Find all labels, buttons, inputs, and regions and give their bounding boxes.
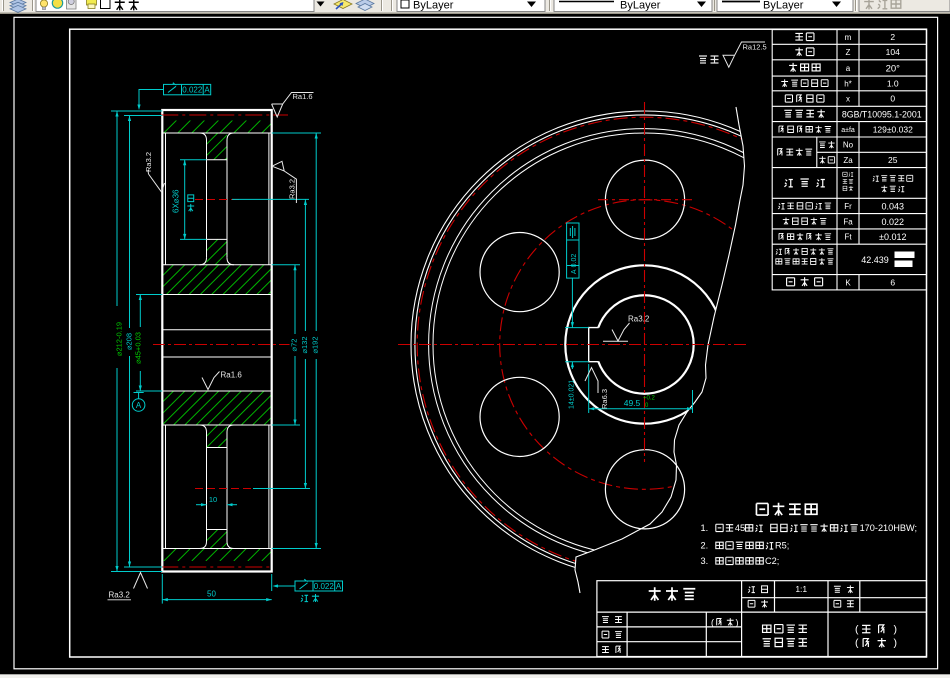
svg-text:): ) <box>736 618 739 628</box>
svg-text:50: 50 <box>207 590 216 599</box>
svg-text:⌀132: ⌀132 <box>300 336 309 353</box>
svg-text:14±0.021: 14±0.021 <box>569 380 576 409</box>
svg-text:h*: h* <box>844 79 852 88</box>
svg-text:m: m <box>845 33 852 42</box>
svg-text:A: A <box>136 401 142 410</box>
svg-text:Ra3.2: Ra3.2 <box>628 315 650 324</box>
svg-text:K: K <box>845 278 851 287</box>
svg-text:±0.012: ±0.012 <box>879 232 906 242</box>
svg-text:Ra12.5: Ra12.5 <box>743 43 767 52</box>
svg-text:x: x <box>846 95 850 104</box>
svg-text:0: 0 <box>890 94 895 104</box>
svg-text:Ft: Ft <box>844 233 852 242</box>
svg-text:20°: 20° <box>886 63 901 74</box>
svg-text:2.: 2. <box>701 541 709 551</box>
svg-text:A: A <box>204 86 210 95</box>
svg-text:a: a <box>846 64 851 73</box>
svg-text:6X⌀36: 6X⌀36 <box>172 189 181 213</box>
svg-text:Ra1.6: Ra1.6 <box>221 371 243 380</box>
svg-text:Ra1.6: Ra1.6 <box>293 92 313 101</box>
svg-text:129±0.032: 129±0.032 <box>873 124 913 134</box>
svg-text:25: 25 <box>888 155 898 165</box>
svg-text:0.022: 0.022 <box>182 86 203 95</box>
svg-text:8GB/T10095.1-2001: 8GB/T10095.1-2001 <box>842 109 922 119</box>
svg-text:a±fa: a±fa <box>841 127 855 134</box>
svg-text:Z: Z <box>846 48 851 57</box>
svg-text:A: A <box>336 582 342 591</box>
svg-text:0.043: 0.043 <box>881 201 904 211</box>
svg-text:No: No <box>843 141 854 150</box>
svg-text:1.0: 1.0 <box>887 78 899 88</box>
svg-text:Ra3.2: Ra3.2 <box>287 179 296 199</box>
svg-text:(: ( <box>855 637 859 649</box>
svg-text:): ) <box>894 637 898 649</box>
svg-text:+0.2: +0.2 <box>643 396 656 402</box>
svg-text:Za: Za <box>843 156 853 165</box>
svg-text:C2;: C2; <box>765 556 779 566</box>
svg-text:3.: 3. <box>701 556 709 566</box>
svg-text:Fr: Fr <box>844 202 852 211</box>
svg-text:1.: 1. <box>701 523 709 533</box>
svg-text:⌀72: ⌀72 <box>290 339 299 352</box>
svg-text:1:1: 1:1 <box>795 584 807 594</box>
svg-text:⌀208: ⌀208 <box>125 333 134 350</box>
svg-text:6: 6 <box>890 277 895 287</box>
svg-text:⌀192: ⌀192 <box>311 336 320 353</box>
svg-text:R5;: R5; <box>775 541 789 551</box>
svg-text:⌀45+0.03: ⌀45+0.03 <box>134 332 143 364</box>
svg-text:): ) <box>894 623 898 635</box>
svg-text:(: ( <box>855 623 859 635</box>
svg-text:Ra3.2: Ra3.2 <box>144 152 153 172</box>
svg-text:0.022: 0.022 <box>881 217 904 227</box>
svg-text:104: 104 <box>886 47 900 57</box>
svg-text:49.5: 49.5 <box>624 398 641 408</box>
svg-text:⌀212-0.19: ⌀212-0.19 <box>115 322 124 356</box>
svg-text:ByLayer: ByLayer <box>763 0 804 12</box>
svg-text:ByLayer: ByLayer <box>413 0 454 12</box>
svg-text:42.439: 42.439 <box>861 255 889 265</box>
svg-text:170-210HBW;: 170-210HBW; <box>860 523 918 533</box>
svg-text:Ra6.3: Ra6.3 <box>600 389 609 409</box>
svg-text:0.02: 0.02 <box>571 254 578 268</box>
svg-text:A: A <box>571 269 578 274</box>
svg-text:45: 45 <box>735 523 745 533</box>
svg-text:Fa: Fa <box>843 217 853 226</box>
svg-text:2: 2 <box>890 32 895 42</box>
svg-text:ByLayer: ByLayer <box>620 0 661 12</box>
svg-text:(: ( <box>711 618 714 628</box>
svg-text:Ra3.2: Ra3.2 <box>109 591 131 600</box>
svg-text:10: 10 <box>209 495 217 504</box>
svg-text:0.022: 0.022 <box>314 582 335 591</box>
